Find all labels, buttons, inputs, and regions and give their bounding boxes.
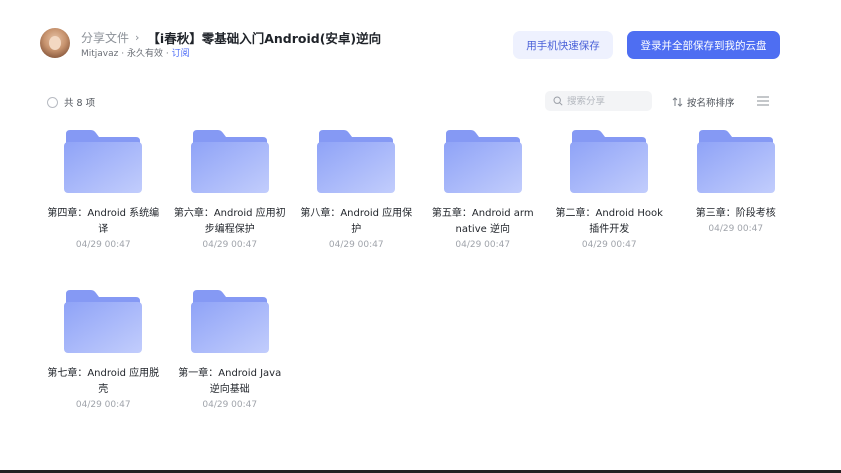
share-meta: Mitjavaz · 永久有效 · 订阅 bbox=[81, 46, 190, 59]
folder-name: 第四章：Android 系统编译 bbox=[47, 208, 160, 235]
folder-item[interactable]: 第八章：Android 应用保护 04/29 00:47 bbox=[293, 128, 420, 260]
folder-icon bbox=[443, 130, 522, 193]
folder-item[interactable]: 第五章：Android arm native 逆向 04/29 00:47 bbox=[420, 128, 547, 260]
folder-icon bbox=[190, 130, 269, 193]
folder-item[interactable]: 第二章：Android Hook 插件开发 04/29 00:47 bbox=[546, 128, 673, 260]
folder-date: 04/29 00:47 bbox=[75, 240, 131, 250]
sort-icon bbox=[672, 97, 683, 107]
folder-date: 04/29 00:47 bbox=[202, 240, 258, 250]
folder-name: 第八章：Android 应用保护 bbox=[300, 208, 413, 235]
folder-date: 04/29 00:47 bbox=[581, 240, 637, 250]
breadcrumb-separator: › bbox=[135, 30, 140, 44]
avatar[interactable] bbox=[40, 28, 70, 58]
file-grid: 第四章：Android 系统编译 04/29 00:47 第六章：Android… bbox=[40, 128, 800, 420]
folder-icon bbox=[696, 130, 775, 193]
subscribe-link[interactable]: 订阅 bbox=[172, 49, 190, 59]
folder-name: 第一章：Android Java 逆向基础 bbox=[178, 368, 282, 395]
item-count: 共 8 项 bbox=[64, 98, 96, 109]
login-save-all-button[interactable]: 登录并全部保存到我的云盘 bbox=[627, 31, 780, 59]
folder-name: 第二章：Android Hook 插件开发 bbox=[555, 208, 663, 235]
avatar-face bbox=[49, 36, 61, 50]
validity-text: 永久有效 bbox=[127, 49, 164, 59]
folder-item[interactable]: 第三章：阶段考核 04/29 00:47 bbox=[673, 128, 800, 260]
select-all[interactable]: 共 8 项 bbox=[47, 95, 95, 109]
folder-date: 04/29 00:47 bbox=[328, 240, 384, 250]
sort-label: 按名称排序 bbox=[687, 98, 735, 109]
folder-date: 04/29 00:47 bbox=[708, 224, 764, 234]
folder-icon bbox=[190, 290, 269, 353]
owner-name[interactable]: Mitjavaz bbox=[81, 49, 118, 59]
folder-date: 04/29 00:47 bbox=[75, 400, 131, 410]
folder-item[interactable]: 第七章：Android 应用脱壳 04/29 00:47 bbox=[40, 288, 167, 420]
save-by-phone-button[interactable]: 用手机快速保存 bbox=[513, 31, 613, 59]
breadcrumb-root[interactable]: 分享文件 bbox=[81, 29, 129, 46]
folder-name: 第六章：Android 应用初步编程保护 bbox=[173, 208, 286, 235]
breadcrumb: 分享文件 › 【i春秋】零基础入门Android(安卓)逆向 bbox=[81, 28, 381, 46]
folder-name: 第三章：阶段考核 bbox=[695, 208, 776, 219]
folder-name: 第七章：Android 应用脱壳 bbox=[47, 368, 160, 395]
folder-icon bbox=[570, 130, 649, 193]
select-all-radio[interactable] bbox=[47, 96, 58, 108]
sort-by-name-button[interactable]: 按名称排序 bbox=[672, 95, 735, 109]
search-box[interactable] bbox=[545, 91, 652, 111]
folder-item[interactable]: 第四章：Android 系统编译 04/29 00:47 bbox=[40, 128, 167, 260]
search-input[interactable] bbox=[567, 95, 647, 107]
folder-date: 04/29 00:47 bbox=[202, 400, 258, 410]
folder-date: 04/29 00:47 bbox=[455, 240, 511, 250]
page-title: 【i春秋】零基础入门Android(安卓)逆向 bbox=[147, 30, 382, 46]
folder-item[interactable]: 第一章：Android Java 逆向基础 04/29 00:47 bbox=[167, 288, 294, 420]
folder-icon bbox=[64, 130, 143, 193]
folder-item[interactable]: 第六章：Android 应用初步编程保护 04/29 00:47 bbox=[167, 128, 294, 260]
folder-name: 第五章：Android arm native 逆向 bbox=[431, 208, 534, 235]
share-page: 分享文件 › 【i春秋】零基础入门Android(安卓)逆向 Mitjavaz … bbox=[0, 0, 841, 473]
list-menu-icon[interactable] bbox=[757, 96, 769, 106]
search-icon bbox=[553, 96, 563, 106]
folder-icon bbox=[64, 290, 143, 353]
folder-icon bbox=[317, 130, 396, 193]
